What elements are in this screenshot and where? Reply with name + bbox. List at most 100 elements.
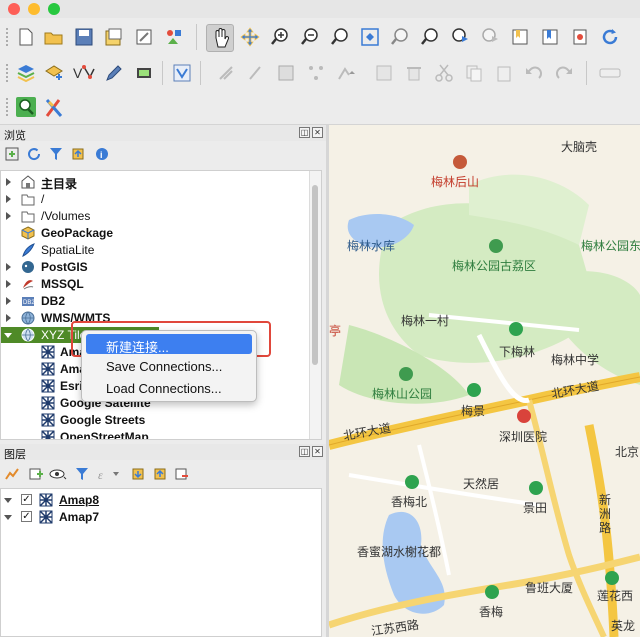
- menu-item-new-connection[interactable]: 新建连接...: [86, 334, 252, 355]
- zoom-last-icon[interactable]: [448, 25, 472, 49]
- browser-item-db2[interactable]: DB2 DB2: [1, 293, 321, 309]
- show-bookmarks-icon[interactable]: [538, 25, 562, 49]
- expand-arrow-icon[interactable]: [6, 314, 11, 322]
- xyz-child-item[interactable]: OpenStreetMap: [1, 429, 321, 439]
- zoom-out-icon[interactable]: [298, 25, 322, 49]
- properties-info-icon[interactable]: i: [92, 144, 112, 164]
- layer-item[interactable]: ✓ Amap7: [1, 509, 321, 525]
- layer-item[interactable]: ✓ Amap8: [1, 492, 321, 508]
- delete-selected-icon[interactable]: [402, 61, 426, 85]
- browser-item-volumes[interactable]: /Volumes: [1, 208, 321, 224]
- save-layer-edits-icon[interactable]: [274, 61, 298, 85]
- minimize-window-button[interactable]: [28, 3, 40, 15]
- zoom-window-button[interactable]: [48, 3, 60, 15]
- toolbar-grip[interactable]: [4, 62, 10, 84]
- save-edits-icon[interactable]: [214, 61, 238, 85]
- zoom-in-icon[interactable]: [268, 25, 292, 49]
- float-panel-icon[interactable]: ◫: [299, 446, 310, 457]
- pan-to-selection-icon[interactable]: [238, 25, 262, 49]
- zoom-next-icon[interactable]: [478, 25, 502, 49]
- filter-by-expression-icon[interactable]: ε: [96, 464, 122, 484]
- style-manager-icon[interactable]: [162, 25, 186, 49]
- filter-legend-icon[interactable]: [72, 464, 92, 484]
- expand-arrow-icon[interactable]: [6, 195, 11, 203]
- processing-toolbox-icon[interactable]: [42, 95, 66, 119]
- scrollbar-thumb[interactable]: [312, 185, 318, 365]
- copy-features-icon[interactable]: [462, 61, 486, 85]
- browser-item-spatialite[interactable]: SpatiaLite: [1, 242, 321, 258]
- close-panel-icon[interactable]: ✕: [312, 127, 323, 138]
- open-layer-styling-icon[interactable]: [2, 464, 22, 484]
- save-project-icon[interactable]: [72, 25, 96, 49]
- add-feature-icon[interactable]: [244, 61, 268, 85]
- xyz-child-item[interactable]: Google Streets: [1, 412, 321, 428]
- undo-icon[interactable]: [522, 61, 546, 85]
- browser-item-root[interactable]: /: [1, 191, 321, 207]
- browser-scrollbar[interactable]: [309, 171, 321, 439]
- gps-icon[interactable]: [132, 61, 156, 85]
- vertex-tool-icon[interactable]: [304, 61, 328, 85]
- new-spatial-bookmark-icon[interactable]: [508, 25, 532, 49]
- toolbar-grip[interactable]: [4, 96, 10, 118]
- collapse-arrow-icon[interactable]: [4, 515, 12, 520]
- data-source-manager-icon[interactable]: [14, 61, 38, 85]
- toolbar-grip[interactable]: [4, 26, 10, 48]
- new-project-icon[interactable]: [14, 25, 38, 49]
- map-canvas[interactable]: 大脑壳 梅林后山 梅林水库 梅林公园古荔区 梅林公园东 梅林一村 亭 下梅林 梅…: [329, 125, 640, 637]
- expand-arrow-icon[interactable]: [6, 297, 11, 305]
- collapse-arrow-icon[interactable]: [4, 333, 12, 338]
- redo-icon[interactable]: [552, 61, 576, 85]
- save-as-icon[interactable]: [102, 25, 126, 49]
- filter-browser-icon[interactable]: [46, 144, 66, 164]
- add-selected-layers-icon[interactable]: [2, 144, 22, 164]
- collapse-all-icon[interactable]: [150, 464, 170, 484]
- map-label: 英龙: [611, 619, 636, 633]
- label-toolbar-icon[interactable]: [598, 61, 622, 85]
- collapse-all-icon[interactable]: [68, 144, 88, 164]
- menu-item-load-connections[interactable]: Load Connections...: [86, 378, 252, 398]
- add-group-icon[interactable]: [26, 464, 46, 484]
- zoom-native-resolution-icon[interactable]: [328, 25, 352, 49]
- browser-item-geopackage[interactable]: GeoPackage: [1, 225, 321, 241]
- browser-item-mssql[interactable]: MSSQL: [1, 276, 321, 292]
- modify-attributes-icon[interactable]: [334, 61, 358, 85]
- pan-map-icon[interactable]: [206, 24, 234, 52]
- identify-features-icon[interactable]: [14, 95, 38, 119]
- zoom-to-selection-icon[interactable]: [388, 25, 412, 49]
- close-window-button[interactable]: [8, 3, 20, 15]
- menu-item-save-connections[interactable]: Save Connections...: [86, 356, 252, 376]
- close-panel-icon[interactable]: ✕: [312, 446, 323, 457]
- zoom-to-layer-icon[interactable]: [418, 25, 442, 49]
- expand-arrow-icon[interactable]: [6, 263, 11, 271]
- print-layout-icon[interactable]: [132, 25, 156, 49]
- edit-pencil-icon[interactable]: [102, 61, 126, 85]
- float-panel-icon[interactable]: ◫: [299, 127, 310, 138]
- layer-visibility-checkbox[interactable]: ✓: [21, 511, 32, 522]
- new-layer-icon[interactable]: [42, 61, 66, 85]
- digitize-icon[interactable]: V: [72, 61, 96, 85]
- layer-visibility-checkbox[interactable]: ✓: [21, 494, 32, 505]
- remove-layer-icon[interactable]: [172, 464, 192, 484]
- temporal-controller-icon[interactable]: [568, 25, 592, 49]
- toggle-editing-icon[interactable]: [170, 61, 194, 85]
- map-label: 亭: [329, 324, 342, 338]
- map-label: 北京: [615, 445, 640, 459]
- refresh-icon[interactable]: [598, 25, 622, 49]
- manage-visibility-icon[interactable]: [48, 464, 68, 484]
- attribute-edit-icon[interactable]: [372, 61, 396, 85]
- cut-features-icon[interactable]: [432, 61, 456, 85]
- zoom-full-icon[interactable]: [358, 25, 382, 49]
- map-label: 梅林一村: [401, 314, 450, 328]
- open-project-icon[interactable]: [42, 25, 66, 49]
- expand-all-icon[interactable]: [128, 464, 148, 484]
- browser-item-home[interactable]: 主目录: [1, 174, 321, 191]
- collapse-arrow-icon[interactable]: [4, 498, 12, 503]
- paste-features-icon[interactable]: [492, 61, 516, 85]
- browser-item-postgis[interactable]: PostGIS: [1, 259, 321, 275]
- expand-arrow-icon[interactable]: [6, 178, 11, 186]
- expand-arrow-icon[interactable]: [6, 280, 11, 288]
- toolbar-separator: [586, 61, 587, 85]
- expand-arrow-icon[interactable]: [6, 212, 11, 220]
- refresh-browser-icon[interactable]: [24, 144, 44, 164]
- map-label: 梅景: [461, 404, 486, 418]
